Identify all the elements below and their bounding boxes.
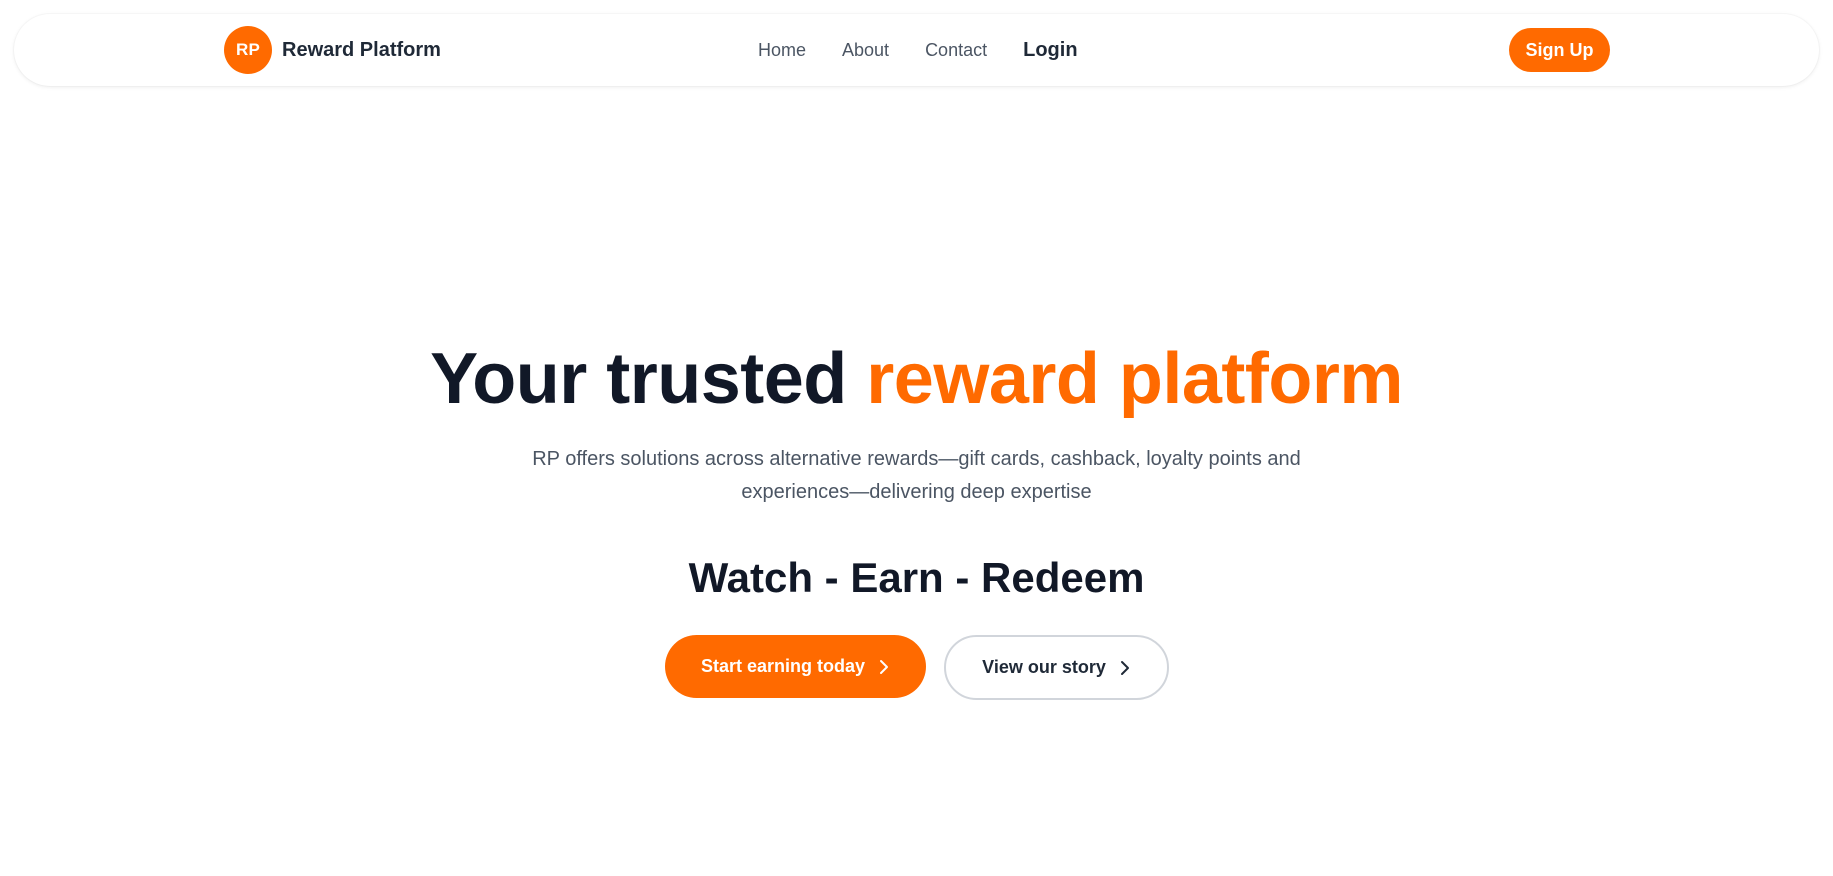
signup-button[interactable]: Sign Up: [1509, 28, 1610, 72]
brand-name: Reward Platform: [282, 38, 441, 61]
start-earning-label: Start earning today: [700, 656, 866, 677]
chevron-right-icon: [879, 659, 889, 675]
hero-title-plain: Your trusted: [430, 339, 867, 419]
cta-row: Start earning today View our story: [0, 635, 1833, 701]
hero-tagline: Watch - Earn - Redeem: [688, 554, 1145, 602]
hero-title: Your trusted reward platform: [0, 339, 1833, 419]
brand[interactable]: RP Reward Platform: [224, 26, 441, 74]
nav-link-login[interactable]: Login: [1023, 39, 1077, 62]
hero-title-accent: reward platform: [866, 339, 1403, 419]
nav-link-home[interactable]: Home: [758, 40, 806, 61]
main-nav: Home About Contact Login: [758, 14, 1078, 86]
view-story-label: View our story: [982, 657, 1106, 678]
hero-subtitle: RP offers solutions across alternative r…: [532, 448, 1301, 504]
top-navbar: RP Reward Platform Home About Contact Lo…: [14, 14, 1819, 86]
brand-logo: RP: [224, 26, 272, 74]
nav-link-contact[interactable]: Contact: [925, 40, 987, 61]
start-earning-button[interactable]: Start earning today: [664, 635, 926, 699]
hero-section: Your trusted reward platform RP offers s…: [0, 339, 1833, 701]
view-story-button[interactable]: View our story: [943, 635, 1169, 701]
chevron-right-icon: [1120, 660, 1130, 676]
nav-link-about[interactable]: About: [842, 40, 889, 61]
